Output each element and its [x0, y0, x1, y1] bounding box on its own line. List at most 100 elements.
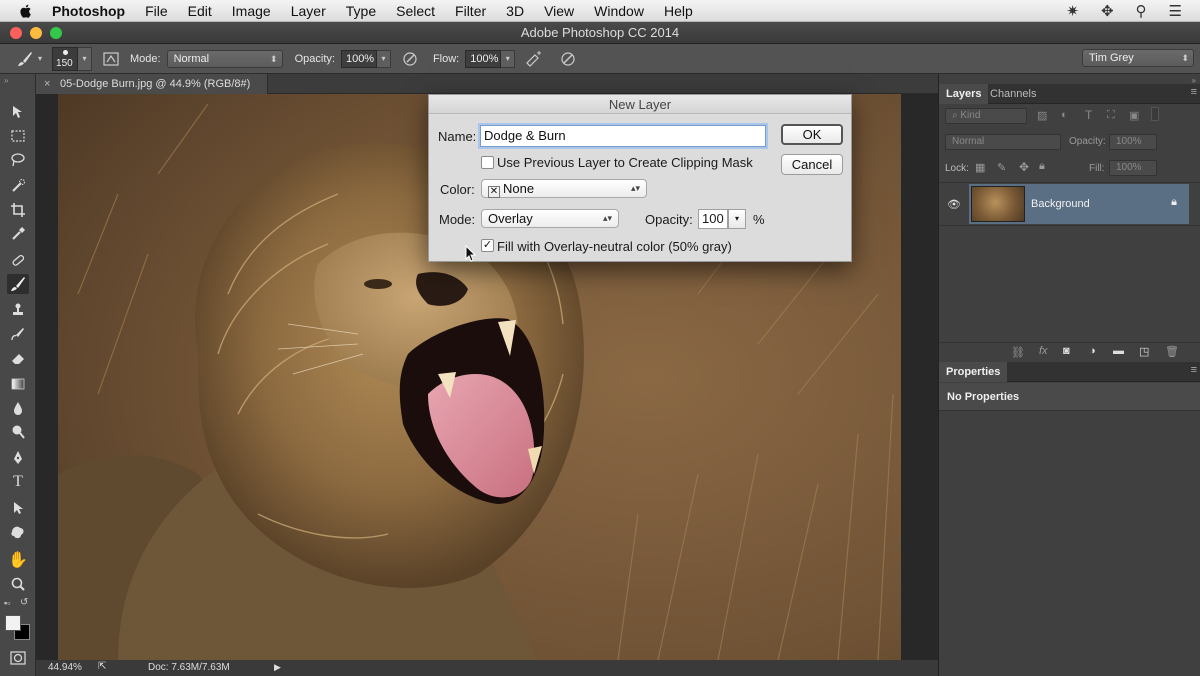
- hand-tool-icon[interactable]: ✋: [7, 550, 29, 570]
- workspace-switcher[interactable]: Tim Grey: [1082, 49, 1194, 67]
- fill-neutral-checkbox[interactable]: ✓: [481, 239, 494, 252]
- healing-brush-tool-icon[interactable]: [7, 250, 29, 270]
- tool-preset-chevron-icon[interactable]: ▾: [38, 54, 42, 63]
- filter-pixel-icon[interactable]: ▨: [1037, 109, 1047, 122]
- add-mask-icon[interactable]: ◙: [1063, 345, 1070, 357]
- clipping-mask-label[interactable]: Use Previous Layer to Create Clipping Ma…: [497, 155, 753, 170]
- properties-panel-menu-icon[interactable]: ≡: [1191, 364, 1197, 376]
- brush-panel-toggle-icon[interactable]: [100, 48, 122, 70]
- marquee-tool-icon[interactable]: [7, 126, 29, 146]
- layer-row-background[interactable]: Background 🔒︎: [969, 184, 1189, 224]
- layer-name[interactable]: Background: [1031, 198, 1090, 210]
- crop-tool-icon[interactable]: [7, 200, 29, 220]
- pressure-size-icon[interactable]: [557, 48, 579, 70]
- opacity-dialog-field[interactable]: 100: [698, 209, 728, 229]
- delete-layer-icon[interactable]: 🗑︎: [1165, 345, 1179, 358]
- foreground-color-swatch[interactable]: [5, 615, 21, 631]
- type-tool-icon[interactable]: T: [7, 472, 29, 492]
- zoom-tool-icon[interactable]: [7, 574, 29, 594]
- add-layer-style-icon[interactable]: fx: [1039, 345, 1048, 357]
- brush-tool-button-icon[interactable]: [7, 274, 29, 294]
- history-brush-tool-icon[interactable]: [7, 324, 29, 344]
- lock-transparent-icon[interactable]: ▦: [975, 161, 985, 174]
- close-window-button[interactable]: [10, 27, 22, 39]
- airbrush-icon[interactable]: [523, 48, 545, 70]
- layer-fill-field[interactable]: 100%: [1109, 160, 1157, 176]
- close-document-icon[interactable]: ×: [44, 74, 50, 94]
- menu-3d[interactable]: 3D: [496, 3, 534, 19]
- name-input[interactable]: Dodge & Burn: [480, 125, 766, 147]
- spotlight-search-icon[interactable]: ⚲: [1136, 2, 1147, 20]
- opacity-slider-dropdown[interactable]: ▾: [376, 49, 391, 68]
- document-tab[interactable]: × 05-Dodge Burn.jpg @ 44.9% (RGB/8#): [36, 74, 268, 94]
- link-layers-icon[interactable]: ⛓︎: [1011, 346, 1025, 359]
- filter-type-icon[interactable]: T: [1085, 108, 1092, 122]
- menu-help[interactable]: Help: [654, 3, 703, 19]
- opacity-dialog-dropdown[interactable]: ▾: [728, 209, 746, 229]
- mode-select[interactable]: Normal: [166, 49, 283, 68]
- layers-panel-menu-icon[interactable]: ≡: [1191, 86, 1197, 98]
- layer-visibility-eye-icon[interactable]: 👁︎: [947, 198, 961, 211]
- eyedropper-tool-icon[interactable]: [7, 224, 29, 244]
- brush-preset-dropdown[interactable]: ▾: [78, 46, 93, 71]
- eraser-tool-icon[interactable]: [7, 348, 29, 368]
- dodge-tool-icon[interactable]: [7, 422, 29, 442]
- collapse-tools-icon[interactable]: »: [4, 76, 8, 85]
- minimize-window-button[interactable]: [30, 27, 42, 39]
- mode-dialog-select[interactable]: Overlay ▴▾: [481, 209, 619, 228]
- pressure-opacity-icon[interactable]: [399, 48, 421, 70]
- gradient-tool-icon[interactable]: [7, 374, 29, 394]
- lock-position-icon[interactable]: ✥: [1019, 160, 1029, 174]
- brightness-icon[interactable]: ✷: [1066, 2, 1079, 20]
- new-adjustment-layer-icon[interactable]: ◑: [1089, 345, 1096, 357]
- clipping-mask-checkbox[interactable]: [481, 156, 494, 169]
- zoom-level[interactable]: 44.94%: [48, 662, 82, 673]
- quick-selection-tool-icon[interactable]: [7, 176, 29, 196]
- clone-stamp-tool-icon[interactable]: [7, 300, 29, 320]
- menu-type[interactable]: Type: [336, 3, 386, 19]
- menu-filter[interactable]: Filter: [445, 3, 496, 19]
- move-arrows-icon[interactable]: ✥: [1101, 2, 1114, 20]
- layer-lock-icon[interactable]: 🔒︎: [1171, 196, 1177, 209]
- filter-toggle-icon[interactable]: [1151, 107, 1159, 121]
- layer-opacity-field[interactable]: 100%: [1109, 134, 1157, 150]
- zoom-window-button[interactable]: [50, 27, 62, 39]
- opacity-field[interactable]: 100%: [340, 49, 377, 68]
- new-group-icon[interactable]: ▬: [1113, 345, 1124, 357]
- layer-filter-kind[interactable]: ⌕ Kind: [945, 108, 1027, 124]
- swap-colors-icon[interactable]: ↺: [20, 597, 28, 608]
- flow-field[interactable]: 100%: [465, 49, 502, 68]
- filter-adjustment-icon[interactable]: ◐: [1061, 109, 1068, 121]
- quick-mask-icon[interactable]: [7, 648, 29, 668]
- menu-app-name[interactable]: Photoshop: [48, 3, 135, 19]
- tab-properties[interactable]: Properties: [939, 362, 1008, 382]
- menu-layer[interactable]: Layer: [281, 3, 336, 19]
- color-select[interactable]: ✕ None ▴▾: [481, 179, 647, 198]
- pen-tool-icon[interactable]: [7, 448, 29, 468]
- new-layer-icon[interactable]: ◳: [1139, 345, 1149, 358]
- filter-shape-icon[interactable]: ⛶: [1107, 109, 1115, 122]
- ok-button[interactable]: OK: [781, 124, 843, 145]
- status-menu-arrow-icon[interactable]: ▶: [274, 662, 281, 673]
- default-colors-icon[interactable]: ▪▫: [4, 598, 10, 608]
- tab-layers[interactable]: Layers: [939, 84, 989, 104]
- menu-select[interactable]: Select: [386, 3, 445, 19]
- brush-preset-picker[interactable]: 150: [52, 46, 79, 71]
- brush-tool-icon[interactable]: [14, 48, 36, 70]
- menu-file[interactable]: File: [135, 3, 178, 19]
- notification-list-icon[interactable]: ☰: [1169, 2, 1182, 20]
- menu-view[interactable]: View: [534, 3, 584, 19]
- move-tool-icon[interactable]: [7, 102, 29, 122]
- cancel-button[interactable]: Cancel: [781, 154, 843, 175]
- tab-channels[interactable]: Channels: [983, 84, 1043, 104]
- fill-neutral-label[interactable]: Fill with Overlay-neutral color (50% gra…: [497, 239, 732, 254]
- menu-edit[interactable]: Edit: [178, 3, 222, 19]
- flow-slider-dropdown[interactable]: ▾: [501, 49, 516, 68]
- blur-tool-icon[interactable]: [7, 398, 29, 418]
- menu-window[interactable]: Window: [584, 3, 654, 19]
- share-icon[interactable]: ⇱: [98, 661, 106, 672]
- path-selection-tool-icon[interactable]: [7, 498, 29, 518]
- lock-all-icon[interactable]: 🔒︎: [1039, 160, 1045, 173]
- lasso-tool-icon[interactable]: [7, 150, 29, 170]
- filter-smart-object-icon[interactable]: ▣: [1129, 109, 1139, 122]
